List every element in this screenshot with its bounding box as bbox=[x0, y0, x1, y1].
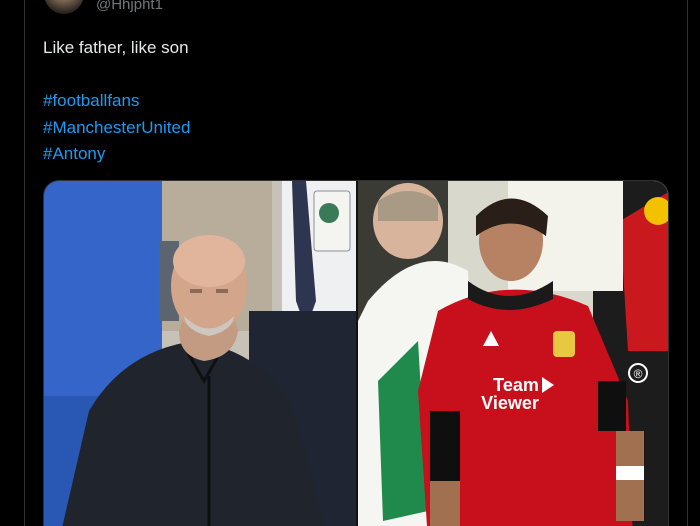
hashtag-link-antony[interactable]: #Antony bbox=[43, 141, 663, 168]
media-photo-right[interactable]: ® Team Viewer bbox=[358, 181, 668, 526]
tweet-text-spacer bbox=[43, 62, 663, 89]
timeline-border-left bbox=[24, 0, 25, 526]
tweet-text-line: Like father, like son bbox=[43, 38, 189, 57]
player-in-red-kit-photo-icon: ® Team Viewer bbox=[358, 181, 668, 526]
man-in-black-jacket-photo-icon bbox=[44, 181, 356, 526]
tweet-media-grid[interactable]: ® Team Viewer bbox=[43, 180, 669, 526]
jersey-sponsor-text-bottom: Viewer bbox=[481, 393, 539, 413]
registered-mark: ® bbox=[634, 367, 643, 381]
hashtag-link-manchesterunited[interactable]: #ManchesterUnited bbox=[43, 115, 663, 142]
jersey-sponsor-text-top: Team bbox=[493, 375, 539, 395]
tweet-text: Like father, like son #footballfans #Man… bbox=[43, 35, 663, 168]
tweet-card[interactable]: @Hhjpht1 Like father, like son #football… bbox=[0, 0, 700, 526]
timeline-border-right bbox=[687, 0, 688, 526]
avatar[interactable] bbox=[44, 0, 84, 14]
user-handle[interactable]: @Hhjpht1 bbox=[96, 0, 163, 14]
hashtag-link-footballfans[interactable]: #footballfans bbox=[43, 88, 663, 115]
media-photo-left[interactable] bbox=[44, 181, 356, 526]
